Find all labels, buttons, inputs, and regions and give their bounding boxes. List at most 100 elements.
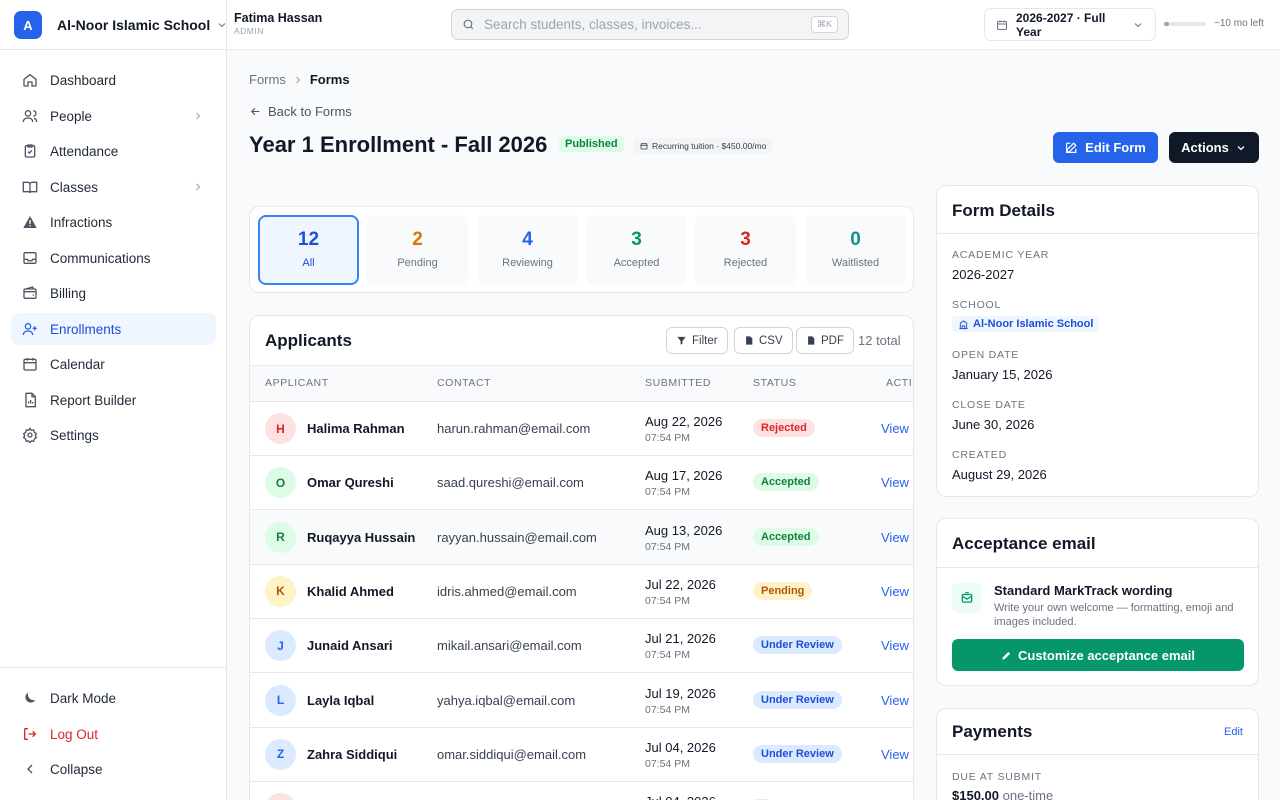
sidebar-item-label: Calendar xyxy=(50,356,105,372)
table-row[interactable]: H Halima Rahman harun.rahman@email.com Aug … xyxy=(250,402,913,456)
sidebar-item-label: Settings xyxy=(50,427,99,443)
sidebar-item-attendance[interactable]: Attendance xyxy=(11,135,216,167)
view-applicant-link[interactable]: View xyxy=(881,747,909,762)
search-shortcut: ⌘K xyxy=(810,16,838,33)
avatar: O xyxy=(265,467,296,499)
filter-button[interactable]: Filter xyxy=(666,327,728,354)
customize-acceptance-email-button[interactable]: Customize acceptance email xyxy=(952,639,1244,671)
chevron-down-icon xyxy=(1237,145,1245,150)
academic-year-select[interactable]: 2026-2027 · Full Year xyxy=(984,8,1156,41)
submitted-date: Jul 21, 2026 xyxy=(645,631,716,647)
table-row[interactable]: J Junaid Ansari mikail.ansari@email.com Jul… xyxy=(250,619,913,674)
column-header[interactable]: APPLICANT xyxy=(265,377,329,389)
submitted-time: 07:54 PM xyxy=(645,594,690,607)
sidebar-item-calendar[interactable]: Calendar xyxy=(11,348,216,380)
sidebar-item-enrollments[interactable]: Enrollments xyxy=(11,313,216,345)
chevron-left-icon xyxy=(27,764,33,774)
export-csv-button[interactable]: CSV xyxy=(734,327,793,354)
applicant-email: rayyan.hussain@email.com xyxy=(437,529,597,545)
breadcrumb-current: Forms xyxy=(309,72,350,87)
applicant-name: Layla Iqbal xyxy=(307,692,375,708)
table-row[interactable]: L Layla Iqbal yahya.iqbal@email.com Jul 19,… xyxy=(250,674,913,728)
actions-dropdown-button[interactable]: Actions xyxy=(1169,132,1259,163)
column-header[interactable]: CONTACT xyxy=(437,377,491,389)
search-input[interactable]: Search students, classes, invoices... ⌘K xyxy=(451,9,849,40)
applicant-name: Junaid Ansari xyxy=(307,638,393,654)
detail-label: ACADEMIC YEAR xyxy=(952,249,1050,261)
submitted-time: 07:54 PM xyxy=(645,703,690,716)
table-row[interactable]: K Khalid Ahmed idris.ahmed@email.com Jul 22… xyxy=(250,565,913,619)
table-row[interactable]: R Ruqayya Hussain rayyan.hussain@email.com… xyxy=(250,510,913,565)
submitted-date: Jul 22, 2026 xyxy=(645,576,716,592)
applicant-email: mikail.ansari@email.com xyxy=(437,638,582,654)
stat-reviewing[interactable]: 4 Reviewing xyxy=(477,215,578,285)
sidebar-item-people[interactable]: People xyxy=(11,100,216,132)
school-switcher[interactable]: A Al-Noor Islamic School xyxy=(14,11,228,39)
column-header[interactable]: ACTIONS xyxy=(886,377,913,389)
table-row[interactable]: Jul 04, 2026 xyxy=(250,782,913,800)
submitted-date: Aug 17, 2026 xyxy=(645,468,723,484)
sidebar-item-report-builder[interactable]: Report Builder xyxy=(11,384,216,416)
academic-year-value: 2026-2027 xyxy=(952,267,1015,282)
column-header[interactable]: STATUS xyxy=(753,377,796,389)
table-row[interactable]: Z Zahra Siddiqui omar.siddiqui@email.com Ju… xyxy=(250,728,913,782)
table-header: APPLICANT CONTACT SUBMITTED STATUS ACTIO… xyxy=(250,365,913,402)
view-applicant-link[interactable]: View xyxy=(881,584,909,599)
sidebar-item-classes[interactable]: Classes xyxy=(11,171,216,203)
file-chart-icon xyxy=(25,392,36,408)
stat-all[interactable]: 12 All xyxy=(258,215,359,285)
school-logo: A xyxy=(14,11,42,39)
user-name: Fatima Hassan xyxy=(234,11,323,25)
log-out-button[interactable]: Log Out xyxy=(11,718,216,750)
sidebar-item-dashboard[interactable]: Dashboard xyxy=(11,64,216,96)
file-icon xyxy=(808,336,815,345)
close-date-value: June 30, 2026 xyxy=(952,417,1035,432)
avatar: Z xyxy=(265,738,296,770)
view-applicant-link[interactable]: View xyxy=(881,530,909,545)
view-applicant-link[interactable]: View xyxy=(881,693,909,708)
stat-waitlisted[interactable]: 0 Waitlisted xyxy=(805,215,906,285)
stat-accepted[interactable]: 3 Accepted xyxy=(586,215,687,285)
sidebar-item-infractions[interactable]: Infractions xyxy=(11,206,216,238)
book-open-icon xyxy=(22,181,38,194)
back-link[interactable]: Back to Forms xyxy=(249,104,352,119)
school-name: Al-Noor Islamic School xyxy=(57,17,211,33)
stat-count: 4 xyxy=(522,229,533,250)
header-divider xyxy=(226,0,227,50)
stat-label: Rejected xyxy=(723,257,768,269)
table-row[interactable]: O Omar Qureshi saad.qureshi@email.com Aug 1… xyxy=(250,456,913,511)
stat-rejected[interactable]: 3 Rejected xyxy=(695,215,796,285)
stat-pending[interactable]: 2 Pending xyxy=(367,215,468,285)
chevron-right-icon xyxy=(196,183,201,191)
user-info[interactable]: Fatima Hassan ADMIN xyxy=(234,11,322,36)
sidebar-item-label: Classes xyxy=(50,179,99,195)
edit-icon xyxy=(1066,142,1077,153)
calendar-icon xyxy=(997,20,1007,30)
collapse-sidebar-button[interactable]: Collapse xyxy=(11,753,216,785)
view-applicant-link[interactable]: View xyxy=(881,475,909,490)
submitted-time: 07:54 PM xyxy=(645,649,690,662)
edit-form-button[interactable]: Edit Form xyxy=(1053,132,1158,163)
breadcrumb-parent-link[interactable]: Forms xyxy=(249,72,286,87)
payments-card: Payments Edit DUE AT SUBMIT $150.00 one-… xyxy=(936,708,1259,800)
view-applicant-link[interactable]: View xyxy=(881,421,909,436)
chevron-down-icon xyxy=(1134,22,1142,27)
chevron-right-icon xyxy=(196,112,201,120)
stat-label: Pending xyxy=(397,257,438,269)
status-badge: Accepted xyxy=(753,473,819,492)
sidebar-item-label: Enrollments xyxy=(50,321,122,337)
dark-mode-toggle[interactable]: Dark Mode xyxy=(11,682,216,714)
sidebar-item-communications[interactable]: Communications xyxy=(11,242,216,274)
csv-label: CSV xyxy=(759,334,783,347)
submitted-date: Jul 19, 2026 xyxy=(645,685,716,701)
view-applicant-link[interactable]: View xyxy=(881,638,909,653)
sidebar-item-settings[interactable]: Settings xyxy=(11,419,216,451)
stat-count: 3 xyxy=(631,229,642,250)
payments-edit-link[interactable]: Edit xyxy=(1224,726,1243,738)
acceptance-email-title: Acceptance email xyxy=(952,534,1096,553)
calendar-icon xyxy=(23,358,37,371)
building-icon xyxy=(959,319,968,329)
sidebar-item-billing[interactable]: Billing xyxy=(11,277,216,309)
column-header[interactable]: SUBMITTED xyxy=(645,377,711,389)
export-pdf-button[interactable]: PDF xyxy=(796,327,854,354)
